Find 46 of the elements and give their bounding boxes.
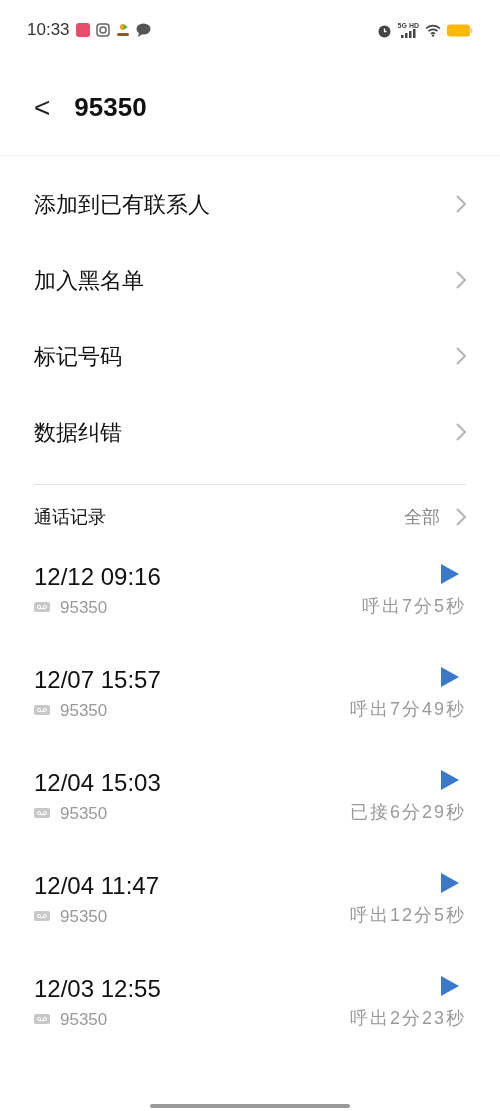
call-detail: 呼出7分5秒	[361, 595, 466, 618]
section-title: 通话记录	[34, 505, 106, 529]
voicemail-icon	[34, 1014, 50, 1025]
call-time: 12/04 15:03	[34, 770, 161, 795]
app-icon	[95, 23, 110, 37]
wifi-icon	[425, 23, 441, 37]
chevron-right-icon	[456, 195, 466, 213]
phone-number: 95350	[60, 699, 108, 722]
battery-icon	[447, 23, 473, 37]
play-icon[interactable]	[440, 975, 460, 997]
chevron-right-icon	[456, 347, 466, 365]
chevron-right-icon	[456, 508, 466, 526]
phone-number: 95350	[60, 802, 108, 825]
back-button[interactable]: <	[34, 93, 51, 122]
menu-item[interactable]: 添加到已有联系人	[34, 166, 466, 242]
call-time: 12/12 09:16	[34, 564, 161, 589]
menu-item[interactable]: 加入黑名单	[34, 242, 466, 318]
voicemail-icon	[34, 602, 50, 613]
menu-item[interactable]: 标记号码	[34, 318, 466, 394]
call-detail: 已接6分29秒	[349, 801, 466, 824]
play-icon[interactable]	[440, 563, 460, 585]
call-time: 12/03 12:55	[34, 976, 161, 1001]
phone-number: 95350	[60, 596, 108, 619]
chevron-right-icon	[456, 423, 466, 441]
play-icon[interactable]	[440, 769, 460, 791]
call-detail: 呼出7分49秒	[349, 698, 466, 721]
page-title: 95350	[74, 91, 147, 124]
call-time: 12/04 11:47	[34, 873, 159, 898]
voicemail-icon	[34, 911, 50, 922]
app-icon	[75, 23, 90, 37]
call-time: 12/07 15:57	[34, 667, 161, 692]
view-all-link[interactable]: 全部	[404, 503, 466, 531]
menu-item[interactable]: 数据纠错	[34, 394, 466, 470]
play-icon[interactable]	[440, 872, 460, 894]
app-icon	[115, 23, 130, 37]
phone-number: 95350	[60, 1008, 108, 1031]
chat-bubble-icon	[135, 23, 151, 37]
status-time: 10:33	[27, 19, 70, 42]
voicemail-icon	[34, 705, 50, 716]
call-detail: 呼出12分5秒	[349, 904, 466, 927]
call-detail: 呼出2分23秒	[349, 1007, 466, 1030]
voicemail-icon	[34, 808, 50, 819]
chevron-right-icon	[456, 271, 466, 289]
play-icon[interactable]	[440, 666, 460, 688]
signal-icon	[400, 29, 417, 38]
phone-number: 95350	[60, 905, 108, 928]
